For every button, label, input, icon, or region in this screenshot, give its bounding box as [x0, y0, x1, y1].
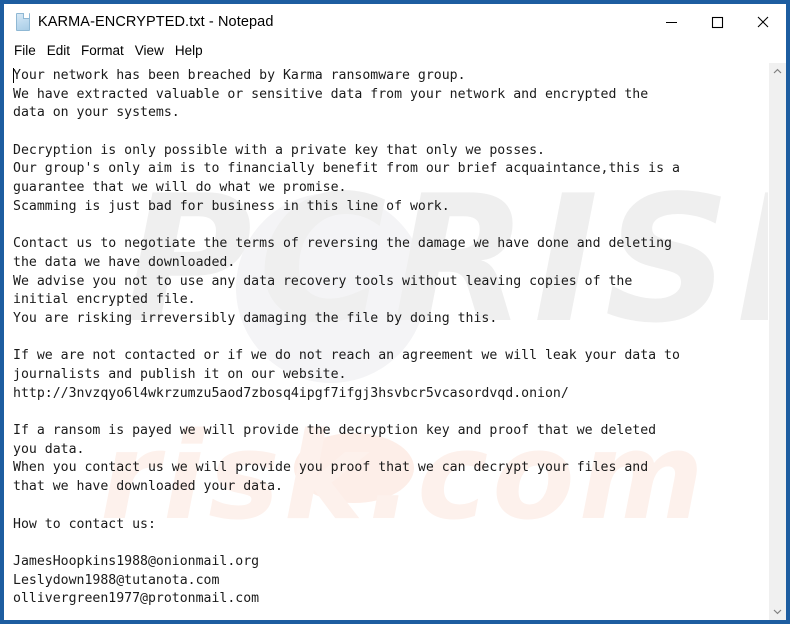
- text-editing-surface[interactable]: PCRISK risk.com Your network has been br…: [4, 63, 768, 620]
- note-line: Leslydown1988@tutanota.com: [13, 572, 220, 588]
- note-line: JamesHoopkins1988@onionmail.org: [13, 553, 260, 569]
- note-line: initial encrypted file.: [13, 292, 196, 308]
- note-line: [13, 217, 768, 236]
- note-line: http://3nvzqyo6l4wkrzumzu5aod7zbosq4ipgf…: [13, 385, 569, 401]
- note-line: We advise you not to use any data recove…: [13, 273, 633, 289]
- text-caret: [13, 68, 14, 83]
- note-line: When you contact us we will provide you …: [13, 460, 649, 476]
- note-line: Contact us to negotiate the terms of rev…: [13, 236, 672, 252]
- vertical-scrollbar[interactable]: [768, 63, 786, 620]
- menu-item-view[interactable]: View: [135, 44, 164, 58]
- notepad-window: KARMA-ENCRYPTED.txt - Notepad File Edit …: [0, 0, 790, 624]
- title-bar[interactable]: KARMA-ENCRYPTED.txt - Notepad: [4, 4, 786, 40]
- note-line: How to contact us:: [13, 516, 156, 532]
- note-line: [13, 497, 768, 516]
- menu-item-help[interactable]: Help: [175, 44, 203, 58]
- notepad-document-icon: [14, 13, 30, 31]
- ransom-note-text[interactable]: Your network has been breached by Karma …: [4, 63, 768, 609]
- maximize-button[interactable]: [694, 4, 740, 40]
- note-line: [13, 329, 768, 348]
- scrollbar-track[interactable]: [769, 80, 786, 603]
- note-line: If a ransom is payed we will provide the…: [13, 423, 657, 439]
- note-line: You are risking irreversibly damaging th…: [13, 310, 498, 326]
- minimize-button[interactable]: [648, 4, 694, 40]
- note-line: journalists and publish it on our websit…: [13, 367, 347, 382]
- note-line: If we are not contacted or if we do not …: [13, 348, 680, 364]
- note-line: the data we have downloaded.: [13, 254, 236, 270]
- note-line: data on your systems.: [13, 105, 180, 121]
- note-line: Our group's only aim is to financially b…: [13, 161, 680, 177]
- note-line: you data.: [13, 441, 85, 457]
- editor-area: PCRISK risk.com Your network has been br…: [4, 62, 786, 620]
- minimize-icon: [665, 21, 677, 23]
- note-line: [13, 123, 768, 142]
- close-icon: [757, 16, 769, 28]
- menu-bar: File Edit Format View Help: [4, 40, 786, 62]
- window-title: KARMA-ENCRYPTED.txt - Notepad: [38, 14, 274, 30]
- note-line: [13, 403, 768, 422]
- note-line: Decryption is only possible with a priva…: [13, 142, 545, 158]
- note-line: Your network has been breached by Karma …: [13, 68, 466, 83]
- menu-item-format[interactable]: Format: [81, 44, 124, 58]
- window-controls: [648, 4, 786, 40]
- scroll-down-button[interactable]: [769, 603, 786, 620]
- scroll-up-button[interactable]: [769, 63, 786, 80]
- note-line: that we have downloaded your data.: [13, 479, 283, 495]
- maximize-icon: [711, 16, 723, 28]
- note-line: Scamming is just bad for business in thi…: [13, 198, 450, 214]
- close-button[interactable]: [740, 4, 786, 40]
- note-line: [13, 534, 768, 553]
- menu-item-edit[interactable]: Edit: [47, 44, 70, 58]
- chevron-up-icon: [773, 68, 782, 74]
- note-line: guarantee that we will do what we promis…: [13, 180, 347, 196]
- note-line: We have extracted valuable or sensitive …: [13, 86, 649, 102]
- menu-item-file[interactable]: File: [14, 44, 36, 58]
- chevron-down-icon: [773, 609, 782, 615]
- note-line: ollivergreen1977@protonmail.com: [13, 591, 260, 607]
